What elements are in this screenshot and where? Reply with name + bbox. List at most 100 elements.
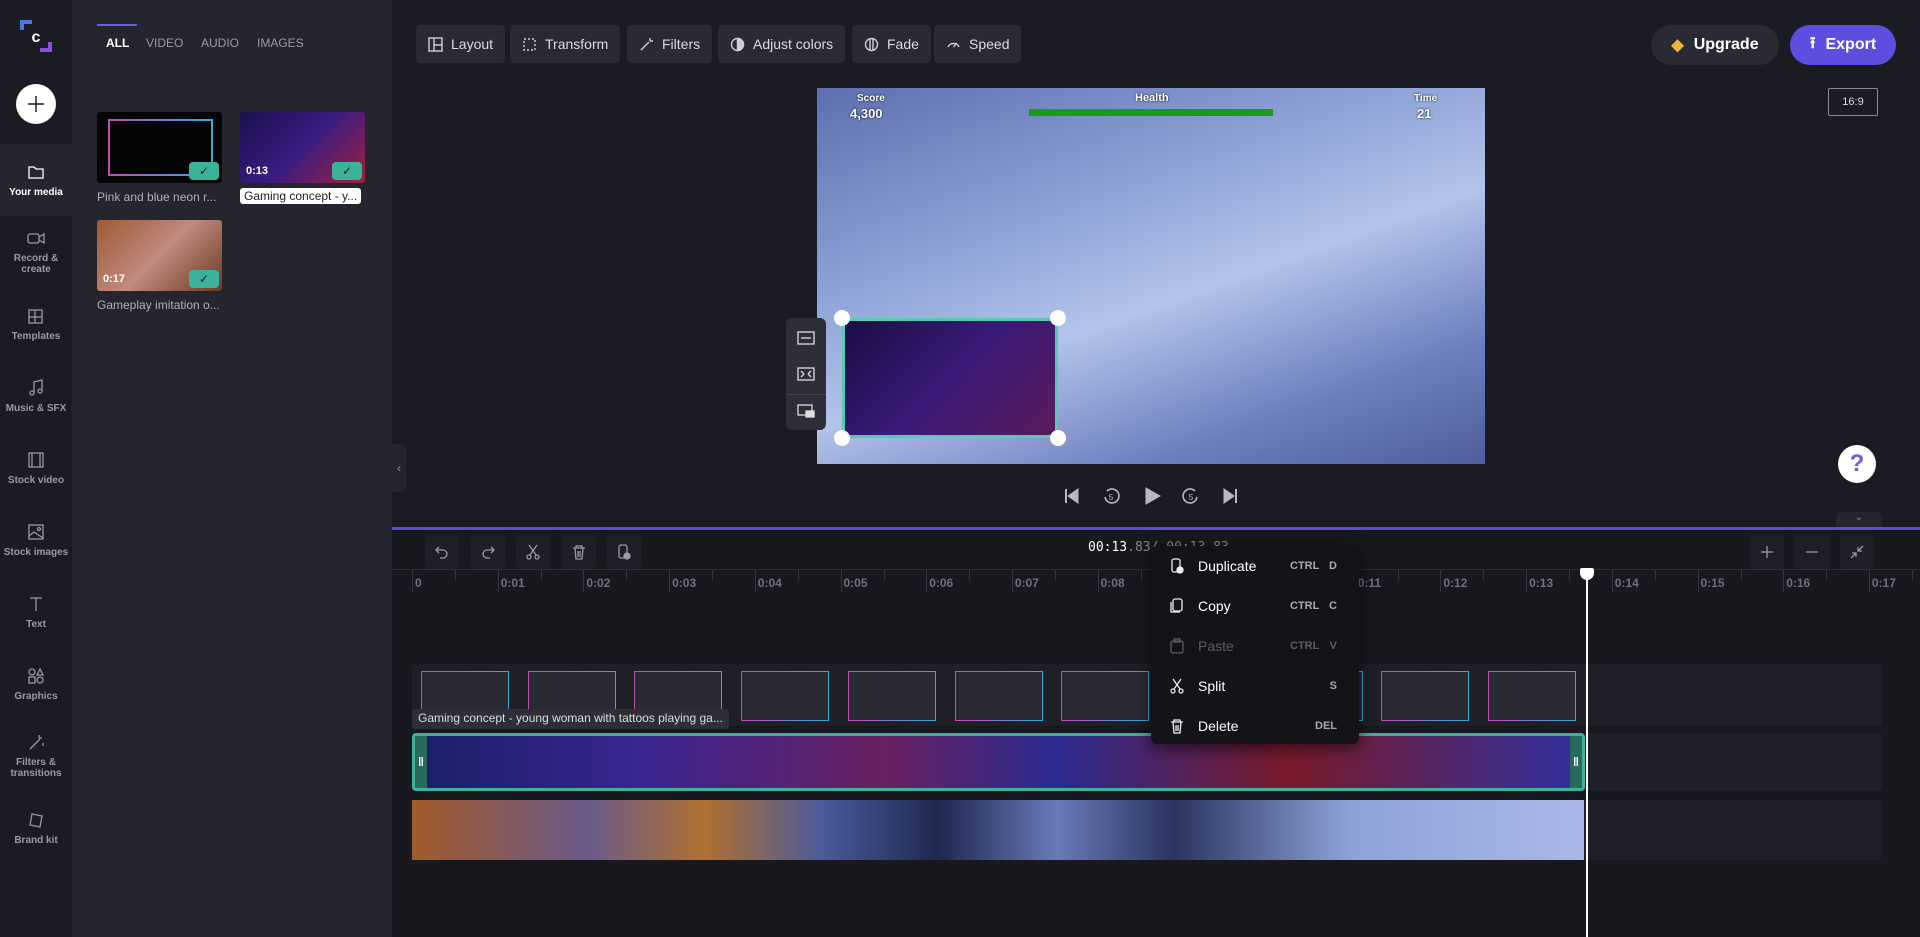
fit-timeline-button[interactable]	[1840, 535, 1874, 569]
delete-button[interactable]	[562, 535, 596, 569]
clip-neon-frame-segment[interactable]	[741, 671, 830, 721]
speed-button[interactable]: Speed	[934, 25, 1022, 63]
menu-item-delete[interactable]: Delete DEL	[1151, 706, 1359, 746]
tick-line-minor	[883, 570, 885, 580]
duration-label: 0:17	[103, 273, 126, 285]
collapse-timeline-button[interactable]: ⌄	[1836, 512, 1882, 528]
clipchamp-logo[interactable]: c	[18, 18, 54, 54]
split-button[interactable]	[516, 535, 550, 569]
nav-item-music-sfx[interactable]: Music & SFX	[0, 360, 72, 432]
clip-gaming-concept-selected[interactable]: ‖ ‖	[412, 733, 1585, 791]
fill-button[interactable]	[786, 358, 826, 390]
transform-button[interactable]: Transform	[510, 25, 621, 63]
clip-neon-frame-segment[interactable]	[1061, 671, 1150, 721]
active-tab-indicator	[97, 24, 137, 26]
menu-item-paste[interactable]: Paste CTRL V	[1151, 626, 1359, 666]
tick-label: 0:14	[1614, 576, 1639, 590]
trim-handle-left[interactable]: ‖	[415, 736, 427, 788]
media-item-gameplay[interactable]: 0:17 ✓	[97, 220, 222, 291]
skip-back-button[interactable]	[1060, 484, 1084, 508]
menu-item-copy[interactable]: Copy CTRL C	[1151, 586, 1359, 626]
tab-all[interactable]: ALL	[106, 36, 129, 50]
export-button[interactable]: ⭱ Export	[1790, 25, 1896, 65]
zoom-in-button[interactable]	[1750, 535, 1784, 569]
layout-button[interactable]: Layout	[416, 25, 506, 63]
nav-item-record-create[interactable]: Record & create	[0, 216, 72, 288]
skip-back-icon	[1065, 488, 1079, 504]
media-caption[interactable]: Gaming concept - y...	[240, 188, 362, 204]
tick-label: 0:13	[1529, 576, 1554, 590]
tab-images[interactable]: IMAGES	[257, 36, 304, 50]
copy-icon	[1170, 598, 1183, 613]
tab-audio[interactable]: AUDIO	[201, 36, 239, 50]
hud-score-label: Score	[857, 93, 885, 104]
context-menu: Duplicate CTRL D Copy CTRL C Paste CTRL V Spli…	[1151, 546, 1359, 744]
plus-icon	[1761, 546, 1773, 558]
media-item-gaming-concept[interactable]: 0:13 ✓	[240, 112, 365, 183]
tab-video[interactable]: VIDEO	[146, 36, 183, 50]
clip-neon-frame-segment[interactable]	[847, 671, 936, 721]
upgrade-button[interactable]: ◆ Upgrade	[1651, 25, 1779, 65]
filters-button[interactable]: Filters	[627, 25, 713, 63]
clip-gameplay[interactable]	[412, 800, 1584, 860]
zoom-out-button[interactable]	[1795, 535, 1829, 569]
clip-neon-frame-segment[interactable]	[1488, 671, 1576, 721]
hud-time-label: Time	[1414, 93, 1438, 104]
tick-label: 0:08	[1100, 576, 1125, 590]
tick-line-minor	[626, 570, 628, 580]
tick-line	[1440, 570, 1442, 592]
layout-icon	[428, 36, 443, 52]
resize-handle-tl[interactable]	[834, 310, 850, 326]
nav-item-text[interactable]: Text	[0, 576, 72, 648]
templates-icon	[28, 308, 43, 324]
tick-line-minor	[1483, 570, 1485, 580]
redo-button[interactable]	[471, 535, 505, 569]
clip-neon-frame-segment[interactable]	[954, 671, 1043, 721]
trim-handle-right[interactable]: ‖	[1570, 736, 1582, 788]
contrast-icon	[730, 37, 745, 51]
duration-label: 0:13	[246, 165, 269, 177]
tick-label: 0	[415, 576, 422, 590]
trash-icon	[1171, 719, 1183, 734]
fade-icon	[864, 37, 879, 51]
nav-item-stock-video[interactable]: Stock video	[0, 432, 72, 504]
add-media-button[interactable]	[16, 84, 56, 124]
tick-label: 0:15	[1700, 576, 1725, 590]
tick-line	[1611, 570, 1613, 592]
tick-line	[497, 570, 499, 592]
forward-5-button[interactable]: 5	[1179, 484, 1203, 508]
menu-item-split[interactable]: Split S	[1151, 666, 1359, 706]
resize-handle-tr[interactable]	[1050, 310, 1066, 326]
nav-item-your-media[interactable]: Your media	[0, 144, 72, 216]
tick-line	[926, 570, 928, 592]
wand-icon	[29, 735, 44, 750]
help-button[interactable]: ?	[1838, 445, 1876, 483]
fade-button[interactable]: Fade	[852, 25, 931, 63]
clip-neon-frame-segment[interactable]	[1381, 671, 1470, 721]
menu-item-duplicate[interactable]: Duplicate CTRL D	[1151, 546, 1359, 586]
rewind-5-button[interactable]: 5	[1099, 484, 1123, 508]
nav-item-brand-kit[interactable]: Brand kit	[0, 792, 72, 864]
aspect-ratio-button[interactable]: 16:9	[1828, 88, 1878, 116]
skip-forward-button[interactable]	[1218, 484, 1242, 508]
resize-handle-br[interactable]	[1050, 430, 1066, 446]
media-item-neon-frame[interactable]: ✓	[97, 112, 222, 183]
nav-item-filters-transitions[interactable]: Filters & transitions	[0, 720, 72, 792]
resize-handle-bl[interactable]	[834, 430, 850, 446]
upload-icon: ⭱	[1809, 34, 1816, 52]
pip-video-selected[interactable]	[842, 318, 1058, 438]
play-button[interactable]	[1140, 484, 1164, 508]
adjust-colors-button[interactable]: Adjust colors	[718, 25, 846, 63]
tick-label: 0:04	[757, 576, 782, 590]
nav-item-templates[interactable]: Templates	[0, 288, 72, 360]
nav-item-stock-images[interactable]: Stock images	[0, 504, 72, 576]
music-icon	[29, 378, 43, 396]
duplicate-button[interactable]	[607, 535, 641, 569]
pip-button[interactable]	[786, 394, 826, 426]
fit-button[interactable]	[786, 322, 826, 354]
image-icon	[28, 523, 44, 540]
playhead[interactable]	[1586, 569, 1588, 937]
undo-button[interactable]	[425, 535, 459, 569]
collapse-panel-button[interactable]: ‹	[392, 444, 406, 492]
nav-item-graphics[interactable]: Graphics	[0, 648, 72, 720]
